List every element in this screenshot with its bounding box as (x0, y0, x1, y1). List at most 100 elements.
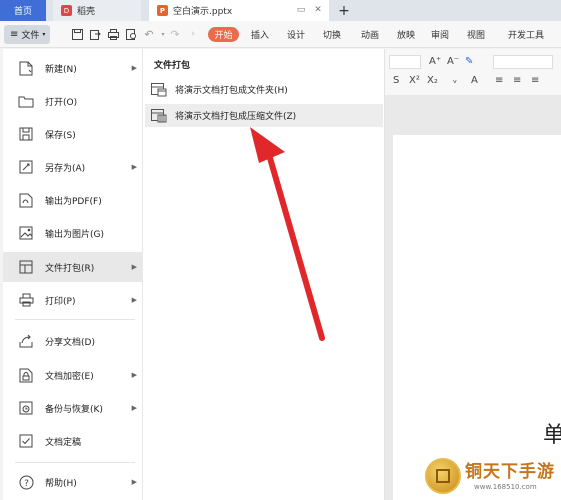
tab-design[interactable]: 设计 (287, 27, 305, 42)
tab-close-icon[interactable]: ✕ (312, 4, 324, 16)
docer-logo-icon: D (61, 5, 72, 16)
subscript-icon[interactable]: X₂ (427, 75, 438, 86)
menu-item-encrypt[interactable]: 文档加密(E) ▶ (3, 360, 143, 390)
document-canvas[interactable]: 单 (385, 95, 561, 500)
package-submenu: 文件打包 将演示文档打包成文件夹(H) 将演示文档打包成压缩文件(Z) (143, 49, 385, 500)
submenu-item-label: 将演示文档打包成文件夹(H) (175, 86, 288, 96)
clear-format-icon[interactable]: ✎ (465, 56, 473, 67)
backup-icon (18, 400, 34, 416)
font-grow-icon[interactable]: A⁺ (429, 56, 441, 67)
slide-page[interactable] (393, 135, 561, 500)
menu-item-label: 分享文档(D) (45, 337, 95, 348)
font-shrink-icon[interactable]: A⁻ (447, 56, 459, 67)
save-icon (18, 126, 34, 142)
menu-item-label: 文档定稿 (45, 437, 82, 448)
menu-item-label: 帮助(H) (45, 478, 77, 489)
menu-item-label: 打印(P) (45, 296, 76, 307)
package-to-zip-item[interactable]: 将演示文档打包成压缩文件(Z) (145, 104, 383, 127)
submenu-item-label: 将演示文档打包成压缩文件(Z) (175, 112, 297, 122)
tab-developer-label: 开发工具 (508, 31, 545, 41)
ppt-file-icon: P (157, 5, 168, 16)
menu-item-new[interactable]: 新建(N) ▶ (3, 53, 143, 83)
paragraph-style-select[interactable] (493, 55, 553, 69)
menu-item-save[interactable]: 保存(S) (3, 119, 143, 149)
tab-animation[interactable]: 动画 (361, 27, 379, 42)
tab-slideshow[interactable]: 放映 (397, 27, 415, 42)
tab-start[interactable]: 开始 (208, 27, 239, 42)
file-menu-label: 文件 (21, 31, 40, 41)
tab-insert[interactable]: 插入 (251, 27, 269, 42)
save-tool-icon[interactable] (70, 27, 84, 41)
format-toolbar: A⁺ A⁻ ✎ S X² X₂ ᵥ A ≡ ≡ ≡ (385, 49, 561, 95)
pdf-export-icon (18, 192, 34, 208)
char-spacing-icon[interactable]: ᵥ (453, 75, 457, 86)
hamburger-icon: ≡ (10, 29, 19, 40)
tab-transition[interactable]: 切换 (323, 27, 341, 42)
menu-divider (15, 319, 135, 320)
package-icon (18, 259, 34, 275)
chevron-right-icon: ▶ (131, 296, 137, 304)
toolbar: ≡ 文件 ▾ ↶ ▾ ↷ › 开始 插入 设计 切换 动画 放映 审阅 视图 开… (0, 21, 561, 48)
menu-item-package[interactable]: 文件打包(R) ▶ (3, 252, 143, 282)
redo-icon[interactable]: ↷ (168, 27, 182, 41)
export-tool-icon[interactable] (88, 27, 102, 41)
tab-docer[interactable]: D 稻壳 (53, 0, 141, 21)
new-tab-button[interactable]: + (334, 0, 354, 21)
chevron-right-icon: ▶ (131, 404, 137, 412)
chevron-right-icon: ▶ (131, 163, 137, 171)
font-size-select[interactable] (389, 55, 421, 69)
menu-item-label: 备份与恢复(K) (45, 404, 103, 415)
chevron-right-icon: ▶ (131, 478, 137, 486)
align-left-icon[interactable]: ≡ (495, 75, 503, 86)
package-folder-icon (151, 82, 167, 97)
tab-home-label: 首页 (13, 7, 32, 17)
menu-item-open[interactable]: 打开(O) (3, 86, 143, 116)
menu-item-save-as[interactable]: 另存为(A) ▶ (3, 152, 143, 182)
menu-item-export-pdf[interactable]: 输出为PDF(F) (3, 185, 143, 215)
tab-monitor-icon[interactable]: ▭ (295, 4, 307, 16)
image-export-icon (18, 225, 34, 241)
watermark-name: 铜天下手游 (465, 462, 555, 482)
watermark-logo: 铜天下手游 www.168510.com (425, 453, 561, 500)
tab-animation-label: 动画 (361, 31, 380, 41)
share-icon (18, 333, 34, 349)
print-tool-icon[interactable] (106, 27, 120, 41)
menu-item-share[interactable]: 分享文档(D) (3, 326, 143, 356)
chevron-right-icon: ▶ (131, 64, 137, 72)
package-to-folder-item[interactable]: 将演示文档打包成文件夹(H) (145, 78, 383, 101)
menu-item-label: 保存(S) (45, 130, 76, 141)
file-menu-panel: 新建(N) ▶ 打开(O) 保存(S) 另存为(A) ▶ 输出为PDF(F) 输… (3, 49, 143, 500)
tab-document[interactable]: P 空白演示.pptx ▭ ✕ (149, 0, 329, 21)
printer-icon (18, 292, 34, 308)
menu-item-finalize[interactable]: 文档定稿 (3, 426, 143, 456)
menu-item-help[interactable]: ? 帮助(H) ▶ (3, 467, 143, 497)
undo-icon[interactable]: ↶ (142, 27, 156, 41)
tab-insert-label: 插入 (251, 31, 270, 41)
menu-item-print[interactable]: 打印(P) ▶ (3, 285, 143, 315)
align-center-icon[interactable]: ≡ (513, 75, 521, 86)
folder-open-icon (18, 93, 34, 109)
align-right-icon[interactable]: ≡ (531, 75, 539, 86)
menu-item-label: 打开(O) (45, 97, 78, 108)
tab-developer[interactable]: 开发工具 (508, 27, 544, 42)
preview-tool-icon[interactable] (124, 27, 138, 41)
menu-item-label: 文件打包(R) (45, 263, 95, 274)
tab-docer-label: 稻壳 (77, 7, 96, 17)
tab-home[interactable]: 首页 (0, 0, 46, 21)
menu-item-label: 输出为PDF(F) (45, 196, 102, 207)
menu-item-label: 输出为图片(G) (45, 229, 104, 240)
menu-item-backup[interactable]: 备份与恢复(K) ▶ (3, 393, 143, 423)
strikethrough-icon[interactable]: S (393, 75, 399, 86)
more-icon[interactable]: › (186, 27, 200, 41)
file-menu-button[interactable]: ≡ 文件 ▾ (4, 25, 50, 44)
coin-logo-icon (425, 458, 461, 494)
tab-view[interactable]: 视图 (467, 27, 485, 42)
menu-item-export-image[interactable]: 输出为图片(G) (3, 218, 143, 248)
tab-review[interactable]: 审阅 (431, 27, 449, 42)
tab-document-label: 空白演示.pptx (173, 7, 233, 17)
menu-item-label: 新建(N) (45, 64, 77, 75)
font-color-icon[interactable]: A (471, 75, 478, 86)
superscript-icon[interactable]: X² (409, 75, 420, 86)
chevron-right-icon: ▶ (131, 371, 137, 379)
tab-slideshow-label: 放映 (397, 31, 416, 41)
